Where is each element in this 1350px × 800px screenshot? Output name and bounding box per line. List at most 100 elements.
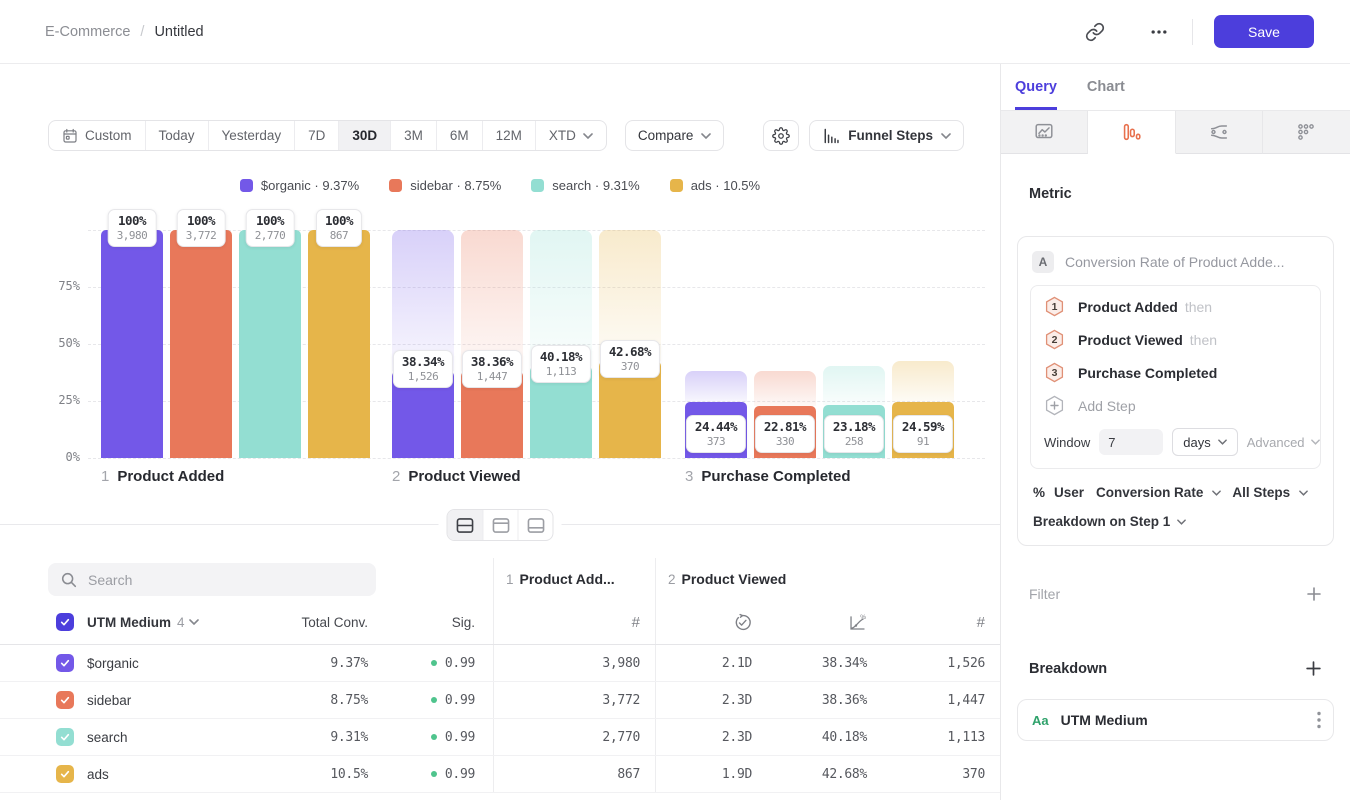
count-icon[interactable]: # [977, 614, 985, 631]
panel-tabs: Query Chart [1001, 64, 1350, 110]
funnel-step-row-1[interactable]: 1 Product Added then [1031, 290, 1320, 323]
save-button[interactable]: Save [1214, 15, 1314, 48]
tab-query[interactable]: Query [1015, 64, 1057, 110]
table-step2-group-header: 2 Product Viewed [655, 558, 1000, 600]
tab-chart[interactable]: Chart [1087, 64, 1125, 110]
breakdown-heading: Breakdown [1029, 660, 1108, 677]
funnel-step-row-3[interactable]: 3 Purchase Completed [1031, 356, 1320, 389]
funnel-ghost-bar [754, 370, 816, 406]
bar-conversion-pct: 38.36% [470, 353, 514, 369]
funnel-bar[interactable] [101, 230, 163, 458]
entity-label[interactable]: User [1054, 485, 1084, 500]
step-name: Purchase Completed [701, 468, 851, 485]
window-unit-label: days [1183, 434, 1211, 450]
add-step-hexagon-icon [1044, 395, 1065, 416]
row-step2-time: 2.3D [655, 719, 760, 755]
breadcrumb-title[interactable]: Untitled [154, 24, 203, 40]
step-event-name: Purchase Completed [1078, 364, 1218, 381]
row-step2-conv: 42.68% [821, 766, 867, 782]
kebab-menu-icon[interactable] [1317, 711, 1321, 729]
metric-title-row[interactable]: A Conversion Rate of Product Adde... [1030, 249, 1321, 275]
significance-column-header[interactable]: Sig. [452, 615, 475, 630]
breakdown-on-row[interactable]: Breakdown on Step 1 [1030, 514, 1321, 531]
row-significance: 0.99 [368, 719, 493, 755]
bar-conversion-pct: 100% [324, 213, 354, 228]
time-to-convert-icon[interactable] [733, 613, 752, 632]
measure-select[interactable]: Conversion Rate [1096, 485, 1203, 500]
row-step2-count: 370 [962, 766, 985, 782]
filter-heading: Filter [1029, 586, 1061, 602]
bar-conversion-pct: 38.34% [401, 353, 445, 369]
chart-type-tab-funnel[interactable] [1088, 111, 1176, 154]
count-icon[interactable]: # [632, 614, 640, 631]
step-name: Product Viewed [681, 571, 787, 587]
metric-card: A Conversion Rate of Product Adde... 1 P… [1017, 236, 1334, 546]
funnel-steps-card: 1 Product Added then 2 Product Viewed th… [1030, 285, 1321, 469]
row-label-cell: ads [0, 756, 280, 792]
row-step2-time: 1.9D [655, 756, 760, 792]
bar-conversion-pct: 24.44% [694, 419, 738, 434]
funnel-bar[interactable] [239, 230, 301, 458]
significance-dot [430, 660, 437, 666]
bar-conversion-pct: 24.59% [901, 419, 945, 434]
step-then-label: then [1184, 298, 1213, 315]
steps-scope-select[interactable]: All Steps [1232, 485, 1290, 500]
search-input[interactable] [88, 571, 364, 588]
add-filter-button[interactable] [1306, 586, 1322, 602]
row-checkbox[interactable] [56, 765, 74, 783]
step-then-label: then [1189, 331, 1218, 348]
select-all-checkbox[interactable] [56, 613, 74, 631]
table-body: $organic 9.37% 0.99 3,980 2.1D 38.34% 1,526 sid… [0, 645, 1000, 793]
table-step1-group-header: 1 Product Add... [493, 558, 655, 600]
bar-conversion-pct: 100% [117, 213, 147, 228]
significance-dot [430, 734, 437, 740]
breakdown-column-header[interactable]: UTM Medium 4 [87, 615, 199, 630]
table-search[interactable] [48, 563, 376, 596]
chart-type-tab-insights[interactable] [1001, 111, 1089, 154]
bar-count: 1,526 [407, 369, 439, 383]
layout-table-view-button[interactable] [517, 510, 553, 540]
step-number: 2 [392, 468, 401, 485]
table-column-header-row: UTM Medium 4 Total Conv. Sig. # % # [0, 600, 1000, 645]
add-step-label: Add Step [1078, 397, 1136, 414]
window-unit-select[interactable]: days [1172, 428, 1238, 456]
layout-split-view-button[interactable] [447, 510, 483, 540]
top-bar: E-Commerce / Untitled Save [0, 0, 1350, 64]
bar-value-label: 100% 2,770 [245, 209, 295, 247]
chart-type-tab-retention[interactable] [1262, 111, 1350, 154]
conversion-rate-icon[interactable]: % [848, 613, 867, 632]
breadcrumb-separator: / [140, 23, 145, 40]
row-checkbox[interactable] [56, 654, 74, 672]
row-checkbox[interactable] [56, 728, 74, 746]
row-step2-conv: 40.18% [821, 729, 867, 745]
copy-link-button[interactable] [1078, 16, 1112, 48]
chart-type-tab-flow[interactable] [1175, 111, 1263, 154]
funnel-chart-icon [1120, 121, 1142, 143]
advanced-toggle[interactable]: Advanced [1247, 435, 1320, 450]
breadcrumb-project[interactable]: E-Commerce [45, 24, 130, 40]
significance-dot [430, 771, 437, 777]
funnel-step-row-2[interactable]: 2 Product Viewed then [1031, 323, 1320, 356]
table-row: sidebar 8.75% 0.99 3,772 2.3D 38.36% 1,447 [0, 682, 1000, 719]
conversion-window-row: Window days Advanced [1031, 422, 1320, 466]
chevron-down-icon [1299, 489, 1308, 496]
y-axis-tick: 0% [65, 450, 80, 464]
table-row: $organic 9.37% 0.99 3,980 2.1D 38.34% 1,526 [0, 645, 1000, 682]
step-axis-label: 3 Purchase Completed [685, 468, 851, 485]
breakdown-column-label: UTM Medium [87, 614, 171, 630]
row-checkbox[interactable] [56, 691, 74, 709]
total-conv-column-header[interactable]: Total Conv. [301, 615, 368, 630]
split-rows-icon [456, 517, 475, 534]
bottom-pane-icon [526, 517, 545, 534]
funnel-bar[interactable] [308, 230, 370, 458]
bar-count: 3,980 [116, 229, 148, 242]
breakdown-on-label: Breakdown on Step 1 [1033, 514, 1171, 529]
layout-chart-view-button[interactable] [482, 510, 518, 540]
funnel-bar[interactable] [170, 230, 232, 458]
more-actions-button[interactable] [1142, 16, 1176, 48]
breakdown-property-card[interactable]: Aa UTM Medium [1017, 699, 1334, 741]
add-step-row[interactable]: Add Step [1031, 389, 1320, 422]
window-value-input[interactable] [1099, 429, 1164, 455]
add-breakdown-button[interactable] [1305, 660, 1322, 677]
row-label-cell: $organic [0, 645, 280, 681]
